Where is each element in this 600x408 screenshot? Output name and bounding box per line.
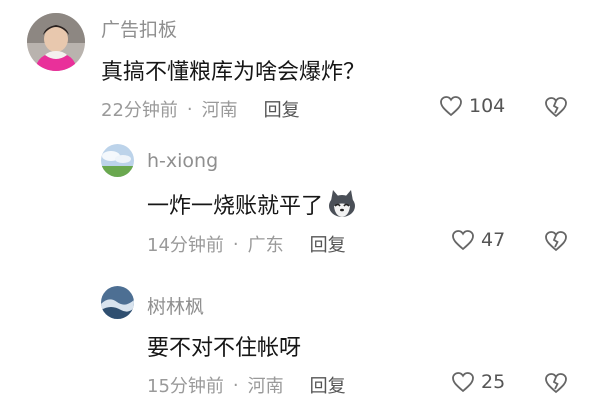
like-count: 104: [469, 95, 506, 117]
like-button[interactable]: 47: [451, 229, 505, 251]
ocean-wave-avatar-icon: [101, 286, 134, 319]
comment-meta: 14分钟前 · 广东 回复: [147, 231, 346, 257]
like-count: 47: [481, 229, 506, 251]
dislike-button[interactable]: [544, 230, 568, 256]
like-button[interactable]: 104: [439, 95, 505, 117]
comment-item: 树林枫 要不对不住帐呀 15分钟前 · 河南 回复 25: [0, 270, 600, 408]
location: 河南: [247, 376, 284, 397]
user-avatar[interactable]: [101, 144, 134, 177]
comment-text-body: 一炸一烧账就平了: [147, 194, 324, 219]
comment-text: 要不对不住帐呀: [147, 336, 302, 361]
reply-button[interactable]: 回复: [310, 372, 346, 398]
heart-icon: [440, 96, 462, 117]
location: 河南: [201, 100, 238, 121]
reply-button[interactable]: 回复: [264, 96, 300, 122]
comment-text: 真搞不懂粮库为啥会爆炸？: [101, 60, 366, 85]
timestamp: 14分钟前: [147, 235, 224, 256]
separator: ·: [186, 98, 193, 120]
comment-meta: 15分钟前 · 河南 回复: [147, 372, 346, 398]
location: 广东: [247, 235, 284, 256]
username[interactable]: 广告扣板: [101, 15, 177, 42]
separator: ·: [232, 233, 239, 255]
broken-heart-icon: [545, 231, 567, 252]
comment-meta: 22分钟前 · 河南 回复: [101, 96, 300, 122]
husky-dog-emoji-icon: [326, 189, 358, 225]
comment-item: h-xiong 一炸一烧账就平了 14分钟前 · 广东 回复 47: [0, 130, 600, 270]
username[interactable]: 树林枫: [147, 292, 204, 319]
like-count: 25: [481, 371, 506, 393]
child-photo-avatar-icon: [27, 13, 85, 71]
broken-heart-icon: [545, 97, 567, 118]
dislike-button[interactable]: [544, 372, 568, 398]
sky-landscape-avatar-icon: [101, 144, 134, 177]
timestamp: 15分钟前: [147, 376, 224, 397]
separator: ·: [232, 374, 239, 396]
user-avatar[interactable]: [27, 13, 85, 71]
timestamp: 22分钟前: [101, 100, 178, 121]
broken-heart-icon: [545, 373, 567, 394]
comment-text: 一炸一烧账就平了: [147, 188, 358, 225]
like-button[interactable]: 25: [451, 371, 505, 393]
heart-icon: [452, 230, 474, 251]
heart-icon: [452, 372, 474, 393]
user-avatar[interactable]: [101, 286, 134, 319]
reply-button[interactable]: 回复: [310, 231, 346, 257]
comment-item: 广告扣板 真搞不懂粮库为啥会爆炸？ 22分钟前 · 河南 回复 104: [0, 0, 600, 130]
dislike-button[interactable]: [544, 96, 568, 122]
username[interactable]: h-xiong: [147, 150, 218, 172]
